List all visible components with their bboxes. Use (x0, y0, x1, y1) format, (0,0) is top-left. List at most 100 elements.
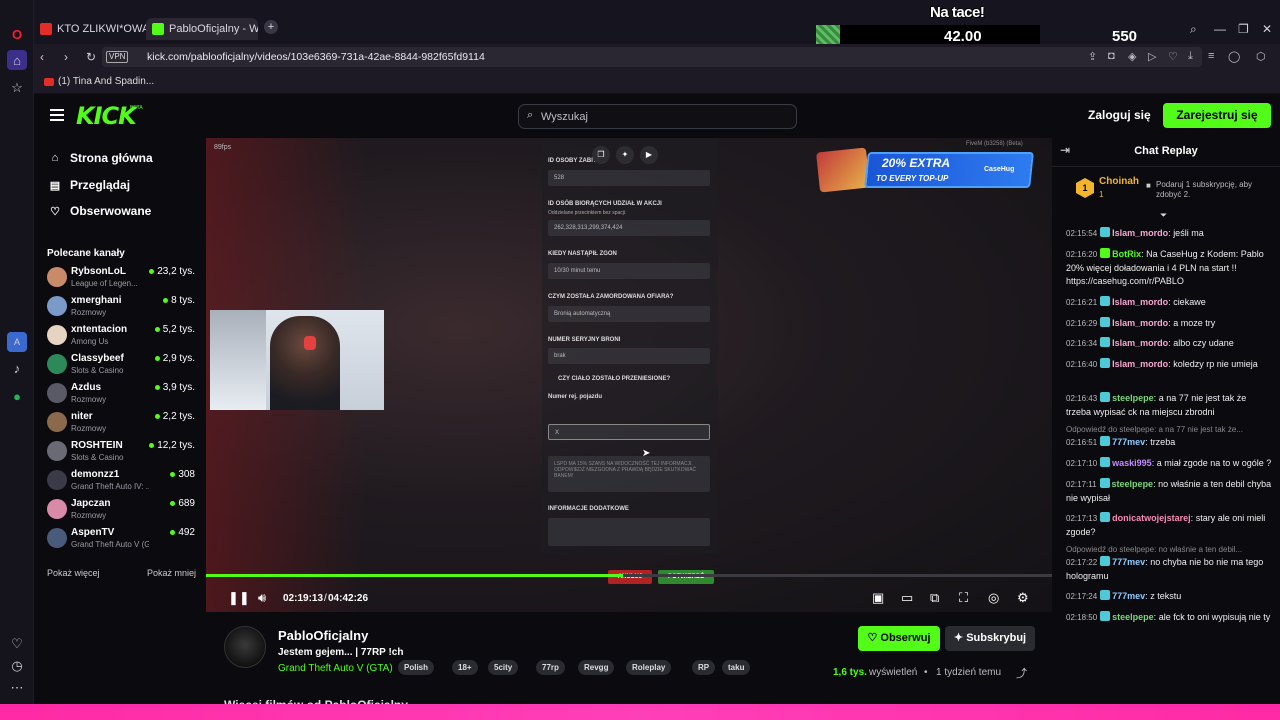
message-user[interactable]: 777mev (1112, 557, 1145, 567)
tiktok-icon[interactable]: ♪ (7, 358, 27, 378)
star-icon[interactable]: ☆ (7, 78, 27, 98)
posted-time: 1 tydzień temu (936, 667, 1002, 678)
sidebar-channel[interactable]: Japczan Rozmowy 689 (47, 496, 195, 524)
account-icon[interactable]: ◯ (1228, 50, 1240, 63)
download-icon[interactable]: ⤓ (1188, 50, 1193, 63)
reply-indicator[interactable]: Odpowiedź do steelpepe: no właśnie a ten… (1066, 545, 1272, 554)
extension-icon[interactable]: ⬡ (1256, 50, 1266, 63)
url-text[interactable]: kick.com/pablooficjalny/videos/103e6369-… (147, 51, 485, 63)
search-tabs-icon[interactable]: ⌕ (1190, 22, 1197, 37)
message-user[interactable]: 777mev (1112, 591, 1145, 601)
message-user[interactable]: BotRix (1112, 249, 1141, 259)
login-button[interactable]: Zaloguj się (1088, 108, 1151, 122)
video-player[interactable]: 89fps ID OSOBY ZABIT... 528 ID OSÓB BIOR… (206, 138, 1052, 612)
home-icon[interactable]: ⌂ (7, 50, 27, 70)
sidebar-channel[interactable]: ROSHTEIN Slots & Casino 12,2 tys. (47, 438, 195, 466)
sidebar-channel[interactable]: Azdus Rozmowy 3,9 tys. (47, 380, 195, 408)
message-user[interactable]: steelpepe (1112, 612, 1154, 622)
pause-icon[interactable]: ❚❚ (228, 590, 250, 606)
menu-icon[interactable]: ≡ (1208, 50, 1214, 62)
tag-chip[interactable]: 18+ (452, 660, 478, 675)
vpn-badge[interactable]: VPN (106, 51, 129, 63)
sidebar-channel[interactable]: Classybeef Slots & Casino 2,9 tys. (47, 351, 195, 379)
spotify-icon[interactable]: ● (7, 386, 27, 406)
sidebar-channel[interactable]: niter Rozmowy 2,2 tys. (47, 409, 195, 437)
camera-icon[interactable]: ◘ (1108, 50, 1115, 62)
sidebar-channel[interactable]: xntentacion Among Us 5,2 tys. (47, 322, 195, 350)
channel-name[interactable]: PabloOficjalny (278, 628, 368, 643)
game-link[interactable]: Grand Theft Auto V (GTA) (278, 663, 393, 674)
message-user[interactable]: waski995 (1112, 458, 1152, 468)
sidebar-channel[interactable]: xmerghani Rozmowy 8 tys. (47, 293, 195, 321)
search-input[interactable]: Wyszukaj (541, 111, 588, 123)
tag-chip[interactable]: RP (692, 660, 716, 675)
message-user[interactable]: Islam_mordo (1112, 338, 1168, 348)
volume-icon[interactable]: 🔊︎ (258, 590, 266, 606)
show-less-link[interactable]: Pokaż mniej (147, 568, 196, 578)
gift-leaderboard[interactable]: 1 Choinah 1 ■ Podaruj 1 subskrypcję, aby… (1074, 174, 1274, 204)
heart-icon[interactable]: ♡ (7, 634, 27, 654)
player-icon[interactable]: ▷ (1148, 50, 1156, 63)
sidebar-item-following[interactable]: ♡ Obserwowane (48, 204, 151, 218)
sidebar-channel[interactable]: demonzz1 Grand Theft Auto IV: ... 308 (47, 467, 195, 495)
reply-indicator[interactable]: Odpowiedź do steelpepe: a na 77 nie jest… (1066, 425, 1272, 434)
settings-icon[interactable]: ⚙ (1017, 590, 1029, 606)
message-user[interactable]: steelpepe (1112, 479, 1154, 489)
tag-chip[interactable]: taku (722, 660, 751, 675)
message-user[interactable]: donicatwojejstarej (1112, 513, 1191, 523)
history-icon[interactable]: ◷ (7, 656, 27, 676)
chat-message: 02:16:29 Islam_mordo: a moze try (1066, 317, 1216, 328)
sidebar-channel[interactable]: RybsonLoL League of Legen... 23,2 tys. (47, 264, 195, 292)
tab-kick[interactable]: PabloOficjalny - Watc (146, 18, 258, 40)
mouse-cursor-icon: ➤ (642, 448, 651, 459)
follow-button[interactable]: ♡ Obserwuj (858, 626, 940, 651)
chat-filter-icon[interactable]: ⏷ (1160, 210, 1167, 221)
close-icon[interactable]: ✕ (1262, 22, 1272, 36)
new-tab-button[interactable]: + (264, 20, 278, 34)
theater-icon[interactable]: ▭ (901, 590, 913, 606)
tag-chip[interactable]: Revgg (578, 660, 615, 675)
sidebar-channel[interactable]: AspenTV Grand Theft Auto V (G... 492 (47, 525, 195, 553)
message-user[interactable]: Islam_mordo (1112, 228, 1168, 238)
kick-logo[interactable]: KICK (76, 102, 137, 130)
message-user[interactable]: Islam_mordo (1112, 359, 1168, 369)
tag-chip[interactable]: Polish (398, 660, 435, 675)
progress-bar[interactable] (206, 574, 1052, 577)
form-label: CZY CIAŁO ZOSTAŁO PRZENIESIONE? (558, 376, 671, 382)
tag-chip[interactable]: Roleplay (626, 660, 672, 675)
speed-icon[interactable]: ◎ (988, 590, 999, 606)
show-more-link[interactable]: Pokaż więcej (47, 568, 100, 578)
restore-icon[interactable]: ❐ (1238, 22, 1249, 36)
minimize-icon[interactable]: — (1214, 22, 1226, 36)
share-icon[interactable]: ⤴ (1016, 665, 1027, 681)
tag-chip[interactable]: 5city (488, 660, 519, 675)
pip-icon[interactable]: ⧉ (930, 590, 939, 606)
back-icon[interactable]: ‹ (40, 50, 44, 64)
aria-icon[interactable]: A (7, 332, 27, 352)
heart-icon[interactable]: ♡ (1168, 50, 1178, 63)
register-button[interactable]: Zarejestruj się (1163, 103, 1271, 128)
message-user[interactable]: 777mev (1112, 437, 1145, 447)
collapse-chat-icon[interactable]: ⇥ (1060, 143, 1070, 157)
hamburger-icon[interactable] (50, 109, 64, 121)
message-user[interactable]: steelpepe (1112, 393, 1154, 403)
message-user[interactable]: Islam_mordo (1112, 318, 1168, 328)
opera-logo-icon[interactable]: O (7, 24, 27, 44)
reload-icon[interactable]: ↻ (86, 50, 96, 64)
share-url-icon[interactable]: ⇪ (1088, 50, 1097, 63)
sidebar-item-browse[interactable]: ▤ Przeglądaj (48, 178, 130, 192)
search-box[interactable]: ⌕ Wyszukaj (518, 104, 797, 129)
miniplayer-icon[interactable]: ▣ (872, 590, 884, 606)
subscribe-button[interactable]: ✦ Subskrybuj (945, 626, 1035, 651)
channel-avatar[interactable] (224, 626, 266, 668)
forward-icon[interactable]: › (64, 50, 68, 64)
shield-icon[interactable]: ◈ (1128, 50, 1136, 63)
fullscreen-icon[interactable]: ⛶ (959, 590, 968, 606)
sidebar-item-home[interactable]: ⌂ Strona główna (48, 151, 153, 165)
bookmark-item[interactable]: (1) Tina And Spadin... (44, 76, 154, 87)
channel-category: Grand Theft Auto IV: ... (71, 482, 149, 491)
tag-chip[interactable]: 77rp (536, 660, 565, 675)
message-user[interactable]: Islam_mordo (1112, 297, 1168, 307)
more-icon[interactable]: ⋯ (7, 678, 27, 698)
tab-youtube[interactable]: KTO ZLIKWI*OWAŁ PABLO (34, 18, 146, 40)
